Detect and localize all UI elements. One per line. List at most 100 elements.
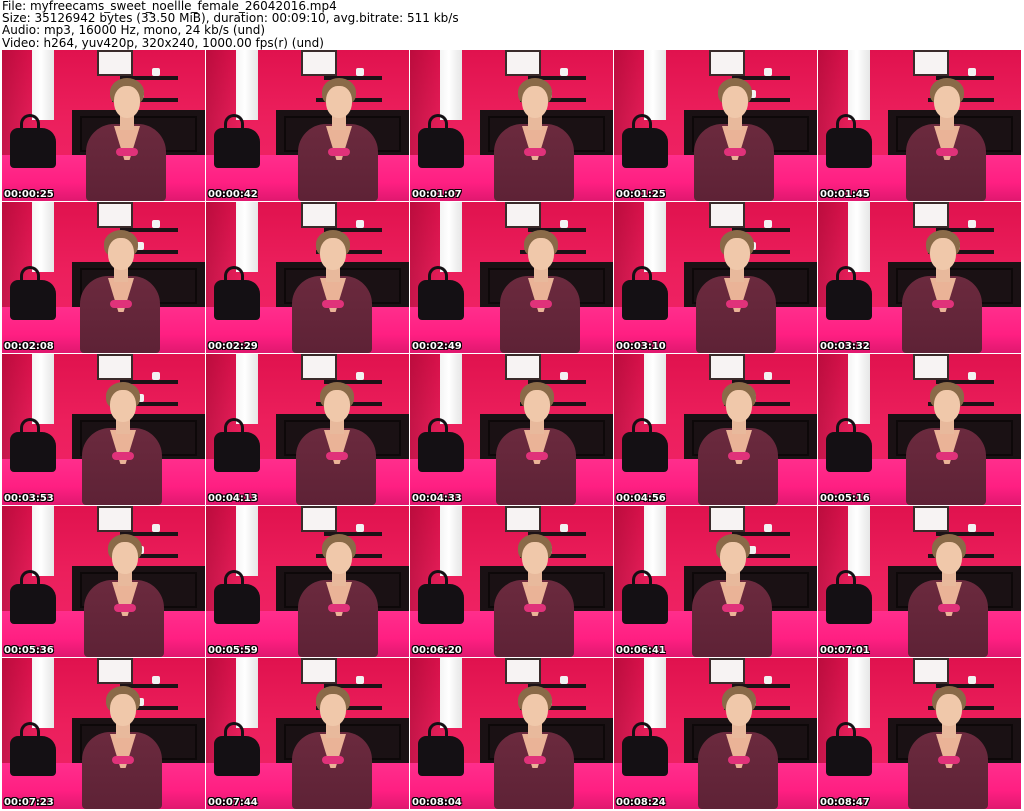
white-curtain (236, 658, 258, 728)
pink-top (728, 452, 750, 460)
black-handbag (622, 280, 668, 320)
pink-top (728, 756, 750, 764)
video-thumbnail: 00:02:08 (2, 202, 205, 353)
picture-frame (505, 202, 541, 228)
black-handbag (418, 128, 464, 168)
pink-top (328, 604, 350, 612)
thumbnail-timestamp: 00:02:08 (4, 341, 54, 352)
pink-top (524, 148, 546, 156)
audio-info-line: Audio: mp3, 16000 Hz, mono, 24 kb/s (und… (2, 23, 266, 38)
white-curtain (848, 50, 870, 120)
black-handbag (10, 584, 56, 624)
video-thumbnail: 00:05:36 (2, 506, 205, 657)
thumbnail-timestamp: 00:03:10 (616, 341, 666, 352)
thumbnail-timestamp: 00:05:36 (4, 645, 54, 656)
seated-person (908, 534, 988, 657)
picture-frame (301, 50, 337, 76)
picture-frame (97, 506, 133, 532)
white-curtain (32, 50, 54, 120)
seated-person (496, 382, 576, 505)
seated-person (698, 382, 778, 505)
plant-pot (968, 676, 976, 684)
video-thumbnail: 00:03:32 (818, 202, 1021, 353)
black-handbag (10, 128, 56, 168)
plant-pot (560, 372, 568, 380)
face (522, 694, 548, 726)
white-curtain (32, 658, 54, 728)
video-info-line: Video: h264, yuv420p, 320x240, 1000.00 f… (2, 35, 324, 50)
black-handbag (418, 736, 464, 776)
face (930, 238, 956, 270)
video-thumbnail: 00:06:41 (614, 506, 817, 657)
thumbnail-timestamp: 00:01:45 (820, 189, 870, 200)
seated-person (906, 78, 986, 201)
black-handbag (622, 584, 668, 624)
white-curtain (848, 202, 870, 272)
pink-top (724, 148, 746, 156)
thumbnail-timestamp: 00:04:56 (616, 493, 666, 504)
thumbnail-timestamp: 00:00:42 (208, 189, 258, 200)
plant-pot (152, 676, 160, 684)
face (324, 390, 350, 422)
picture-frame (913, 202, 949, 228)
seated-person (296, 382, 376, 505)
black-handbag (418, 432, 464, 472)
picture-frame (709, 50, 745, 76)
black-handbag (826, 280, 872, 320)
thumbnail-timestamp: 00:04:33 (412, 493, 462, 504)
video-thumbnail: 00:01:07 (410, 50, 613, 201)
white-curtain (440, 506, 462, 576)
picture-frame (505, 506, 541, 532)
thumbnail-timestamp: 00:00:25 (4, 189, 54, 200)
picture-frame (913, 50, 949, 76)
face (326, 542, 352, 574)
face (524, 390, 550, 422)
video-thumbnail: 00:04:56 (614, 354, 817, 505)
plant-pot (560, 68, 568, 76)
black-handbag (214, 128, 260, 168)
pink-top (322, 300, 344, 308)
video-thumbnail: 00:03:53 (2, 354, 205, 505)
black-handbag (826, 128, 872, 168)
video-thumbnail: 00:05:16 (818, 354, 1021, 505)
plant-pot (356, 676, 364, 684)
plant-pot (356, 372, 364, 380)
video-thumbnail: 00:08:47 (818, 658, 1021, 809)
plant-pot (356, 220, 364, 228)
video-thumbnail: 00:03:10 (614, 202, 817, 353)
pink-top (524, 604, 546, 612)
picture-frame (97, 658, 133, 684)
face (320, 238, 346, 270)
seated-person (692, 534, 772, 657)
white-curtain (644, 506, 666, 576)
thumbnail-timestamp: 00:07:23 (4, 797, 54, 808)
pink-top (932, 300, 954, 308)
video-thumbnail: 00:04:33 (410, 354, 613, 505)
thumbnail-timestamp: 00:01:25 (616, 189, 666, 200)
picture-frame (301, 506, 337, 532)
black-handbag (214, 432, 260, 472)
white-curtain (644, 50, 666, 120)
seated-person (82, 382, 162, 505)
picture-frame (97, 50, 133, 76)
seated-person (908, 686, 988, 809)
face (326, 86, 352, 118)
black-handbag (826, 584, 872, 624)
black-handbag (622, 432, 668, 472)
video-thumbnail: 00:05:59 (206, 506, 409, 657)
black-handbag (214, 584, 260, 624)
plant-pot (968, 372, 976, 380)
video-thumbnail: 00:07:23 (2, 658, 205, 809)
plant-pot (560, 524, 568, 532)
plant-pot (764, 372, 772, 380)
white-curtain (644, 202, 666, 272)
pink-top (524, 756, 546, 764)
black-handbag (418, 280, 464, 320)
seated-person (500, 230, 580, 353)
pink-top (526, 452, 548, 460)
thumbnail-timestamp: 00:08:24 (616, 797, 666, 808)
video-thumbnail: 00:00:25 (2, 50, 205, 201)
video-thumbnail: 00:06:20 (410, 506, 613, 657)
white-curtain (440, 50, 462, 120)
white-curtain (32, 506, 54, 576)
